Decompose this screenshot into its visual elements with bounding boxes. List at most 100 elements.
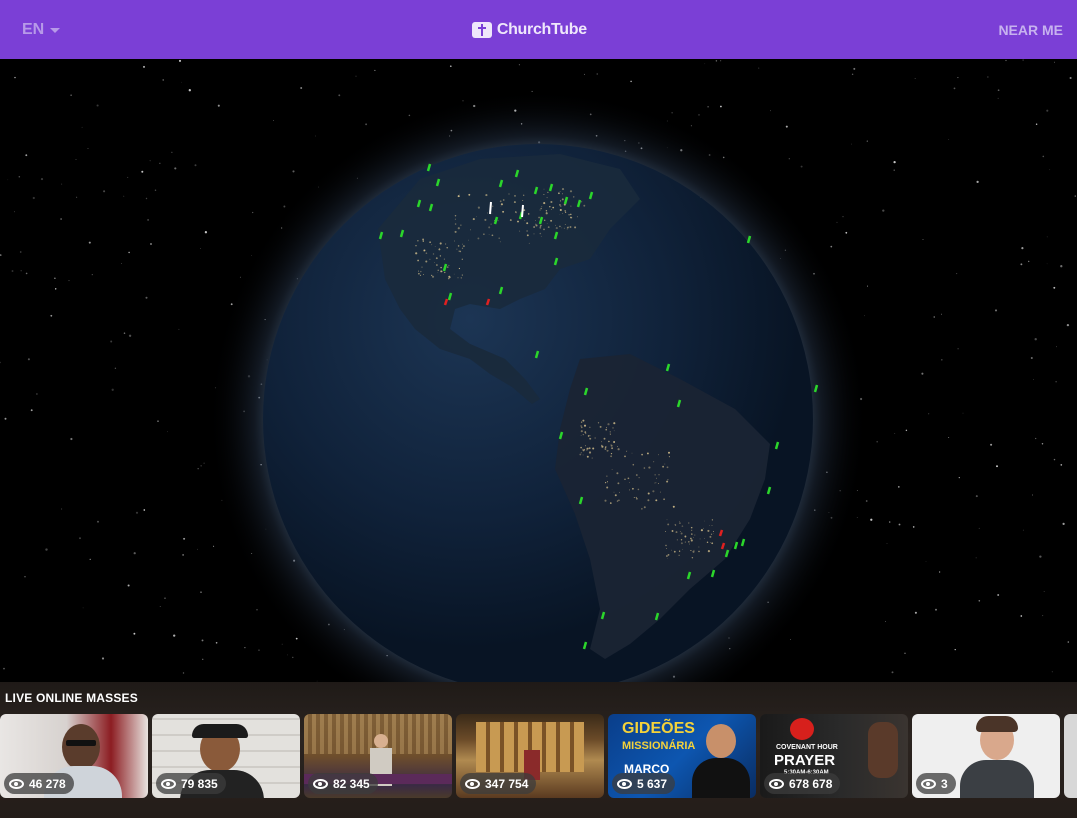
city-light xyxy=(526,234,529,237)
city-light xyxy=(543,219,546,222)
star xyxy=(898,523,901,526)
city-light xyxy=(462,243,464,245)
city-light xyxy=(617,448,620,451)
city-light xyxy=(617,446,619,447)
city-light xyxy=(491,234,494,237)
view-count-badge: 3 xyxy=(916,773,956,794)
star xyxy=(36,393,38,395)
city-light xyxy=(653,461,655,463)
star xyxy=(690,125,692,127)
video-card[interactable]: GIDEÕES MISSIONÁRIA MARCO 5 637 xyxy=(608,714,756,798)
star xyxy=(957,77,959,79)
brand-name: ChurchTube xyxy=(496,20,587,38)
star xyxy=(171,151,173,153)
star xyxy=(941,313,942,315)
video-card[interactable]: 46 278 xyxy=(0,714,148,798)
star xyxy=(197,548,199,550)
city-light xyxy=(635,474,638,476)
star xyxy=(258,649,260,651)
city-light xyxy=(523,194,525,196)
city-light xyxy=(582,449,585,452)
city-light xyxy=(607,482,609,484)
city-light xyxy=(446,266,449,268)
star xyxy=(978,600,981,602)
city-light xyxy=(570,205,572,207)
city-light xyxy=(533,226,536,228)
city-light xyxy=(676,539,678,541)
star xyxy=(962,412,964,414)
star xyxy=(987,76,989,78)
city-light xyxy=(679,522,681,524)
city-light xyxy=(476,216,477,218)
city-light xyxy=(561,193,563,195)
city-light xyxy=(546,197,548,199)
chevron-down-icon xyxy=(50,28,61,33)
city-light xyxy=(665,555,668,557)
city-light xyxy=(684,535,687,538)
city-light xyxy=(606,427,608,429)
city-light xyxy=(613,491,615,493)
city-light xyxy=(566,228,568,230)
star xyxy=(157,420,159,422)
city-light xyxy=(646,452,649,455)
star xyxy=(876,440,878,443)
city-light xyxy=(490,223,492,225)
star xyxy=(182,672,185,674)
star xyxy=(45,548,48,551)
video-card[interactable]: 79 835 xyxy=(152,714,300,798)
city-light xyxy=(421,266,423,268)
video-card[interactable]: COVENANT HOUR PRAYER 5:30AM-6:30AM 678 6… xyxy=(760,714,908,798)
video-card[interactable]: 3 xyxy=(912,714,1060,798)
city-light xyxy=(690,549,692,552)
star xyxy=(1042,615,1044,617)
city-light xyxy=(524,220,526,222)
star xyxy=(76,196,78,198)
star xyxy=(202,658,204,660)
star xyxy=(870,518,873,521)
language-selector[interactable]: EN xyxy=(22,21,61,39)
city-light xyxy=(555,227,558,230)
city-light xyxy=(462,245,465,248)
star xyxy=(904,652,906,654)
globe-viewport[interactable] xyxy=(0,59,1077,682)
city-light xyxy=(446,247,448,249)
star xyxy=(14,211,15,213)
star xyxy=(355,75,357,77)
star xyxy=(884,620,886,622)
city-light xyxy=(559,205,562,208)
city-light xyxy=(558,192,560,195)
star xyxy=(975,495,978,498)
star xyxy=(123,195,125,197)
city-light xyxy=(632,487,634,490)
globe-canvas[interactable] xyxy=(0,59,1077,682)
video-thumbnail xyxy=(1064,714,1077,798)
video-card[interactable]: 347 754 xyxy=(456,714,604,798)
video-card-partial[interactable] xyxy=(1064,714,1077,798)
city-light xyxy=(666,519,668,521)
thumbnail-subtitle: PRAYER xyxy=(774,752,836,769)
city-light xyxy=(617,482,620,485)
brand-logo[interactable]: ChurchTube xyxy=(471,20,587,39)
video-carousel[interactable]: 46 278 79 835 82 345 347 754 GIDEÕES MIS… xyxy=(0,714,1077,798)
city-light xyxy=(538,216,541,219)
star xyxy=(997,594,1000,596)
city-light xyxy=(673,550,676,553)
star xyxy=(935,608,937,611)
city-light xyxy=(570,216,572,219)
city-light xyxy=(585,432,587,435)
near-me-button[interactable]: NEAR ME xyxy=(998,22,1063,38)
video-card[interactable]: 82 345 xyxy=(304,714,452,798)
star xyxy=(159,162,161,164)
city-light xyxy=(709,535,712,538)
star xyxy=(1042,155,1045,158)
city-light xyxy=(453,240,456,242)
star xyxy=(75,159,77,160)
star xyxy=(1060,464,1063,466)
city-light xyxy=(667,558,668,559)
star xyxy=(856,516,858,518)
city-light xyxy=(497,220,499,222)
city-light xyxy=(586,455,589,458)
star xyxy=(110,340,113,343)
city-light xyxy=(431,244,433,246)
city-light xyxy=(654,474,656,476)
